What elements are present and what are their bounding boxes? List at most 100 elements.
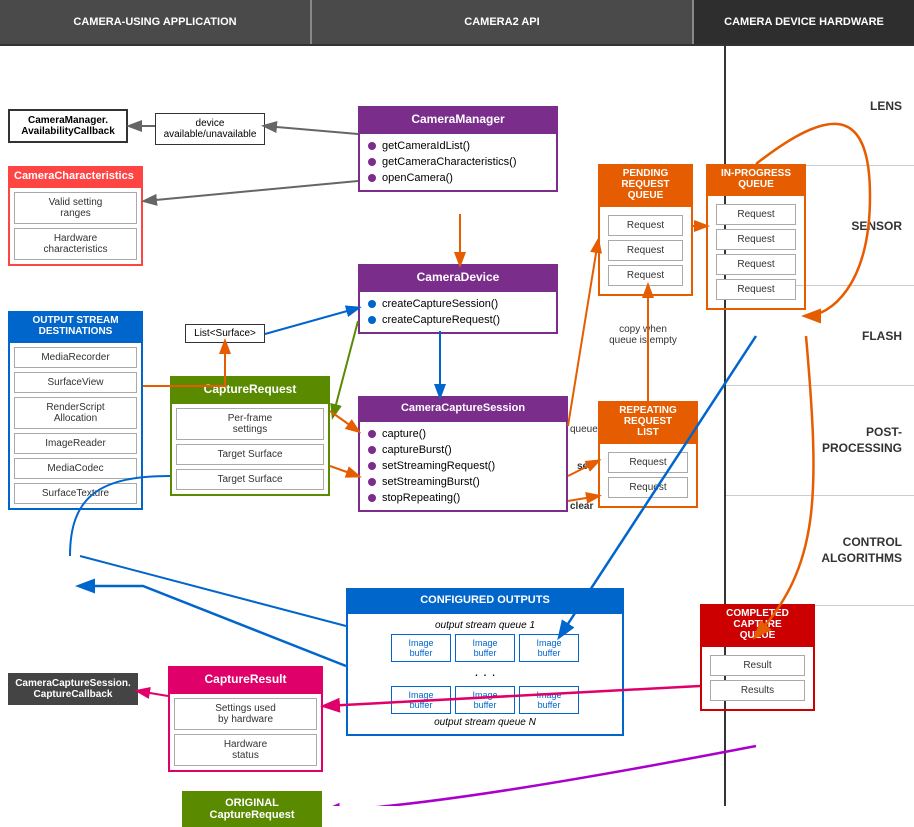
configured-outputs-box: CONFIGURED OUTPUTS output stream queue 1… [346, 588, 624, 736]
original-capture-request-box: ORIGINALCaptureRequest [182, 791, 322, 827]
surface-texture-item: SurfaceTexture [14, 483, 137, 504]
ccs-method-4: setStreamingBurst() [368, 474, 558, 490]
original-capture-request-title: ORIGINALCaptureRequest [182, 791, 322, 827]
settings-used-item: Settings usedby hardware [174, 698, 317, 730]
pending-request-2: Request [608, 240, 683, 261]
ccs-method-2: captureBurst() [368, 442, 558, 458]
camera-capture-callback-box: CameraCaptureSession. CaptureCallback [8, 673, 138, 705]
cd-method-2: createCaptureRequest() [368, 312, 548, 328]
image-buffer-6: Imagebuffer [519, 686, 579, 714]
cd-method-1: createCaptureSession() [368, 296, 548, 312]
configured-outputs-title: CONFIGURED OUTPUTS [346, 588, 624, 612]
dots-separator: · · · [354, 666, 616, 682]
header-col-hw: CAMERA DEVICE HARDWARE [694, 0, 914, 44]
surface-view-item: SurfaceView [14, 372, 137, 393]
header-col-api: CAMERA2 API [310, 0, 694, 44]
repeating-request-list: REPEATINGREQUESTLIST Request Request [598, 401, 698, 508]
capture-result-body: Settings usedby hardware Hardwarestatus [168, 692, 323, 772]
pending-queue-body: Request Request Request [598, 205, 693, 296]
capture-request-body: Per-framesettings Target Surface Target … [170, 402, 330, 496]
camera-manager-body: getCameraIdList() getCameraCharacteristi… [358, 132, 558, 192]
media-codec-item: MediaCodec [14, 458, 137, 479]
queue-label: queue [570, 424, 598, 435]
diagram: LENS SENSOR FLASH POST-PROCESSING CONTRO… [0, 46, 914, 806]
valid-settings-item: Valid settingranges [14, 192, 137, 224]
camera-characteristics-body: Valid settingranges Hardwarecharacterist… [8, 186, 143, 266]
hardware-characteristics-item: Hardwarecharacteristics [14, 228, 137, 260]
capture-result-title: CaptureResult [168, 666, 323, 692]
completed-capture-body: Result Results [700, 645, 815, 711]
configured-outputs-body: output stream queue 1 Imagebuffer Imageb… [346, 612, 624, 736]
clear-label: clear [570, 501, 593, 512]
pending-request-queue: PENDINGREQUESTQUEUE Request Request Requ… [598, 164, 693, 296]
output-stream-body: MediaRecorder SurfaceView RenderScriptAl… [8, 341, 143, 510]
availability-callback-label: CameraManager. AvailabilityCallback [21, 115, 115, 137]
method-row-3: openCamera() [368, 170, 548, 186]
inprogress-queue-body: Request Request Request Request [706, 194, 806, 310]
target-surface-1-item: Target Surface [176, 444, 324, 465]
image-buffer-3: Imagebuffer [519, 634, 579, 662]
camera-manager-title: CameraManager [358, 106, 558, 132]
header-api-label: CAMERA2 API [464, 16, 539, 28]
list-surface-label: List<Surface> [194, 328, 256, 339]
repeating-list-body: Request Request [598, 442, 698, 508]
inprogress-request-3: Request [716, 254, 796, 275]
camera-characteristics-box: CameraCharacteristics Valid settingrange… [8, 166, 143, 266]
inprogress-request-2: Request [716, 229, 796, 250]
repeating-list-title: REPEATINGREQUESTLIST [598, 401, 698, 442]
method-row-1: getCameraIdList() [368, 138, 548, 154]
camera-device-box: CameraDevice createCaptureSession() crea… [358, 264, 558, 334]
header-hw-label: CAMERA DEVICE HARDWARE [724, 16, 884, 28]
image-buffer-2: Imagebuffer [455, 634, 515, 662]
stream-n-label: output stream queue N [354, 717, 616, 728]
pending-request-1: Request [608, 215, 683, 236]
capture-request-box: CaptureRequest Per-framesettings Target … [170, 376, 330, 496]
ccs-method-3: setStreamingRequest() [368, 458, 558, 474]
inprogress-queue-title: IN-PROGRESSQUEUE [706, 164, 806, 194]
list-surface-box: List<Surface> [185, 324, 265, 343]
output-stream-title: OUTPUT STREAMDESTINATIONS [8, 311, 143, 341]
camera-capture-session-body: capture() captureBurst() setStreamingReq… [358, 420, 568, 512]
hw-label-lens: LENS [726, 46, 914, 166]
inprogress-queue: IN-PROGRESSQUEUE Request Request Request… [706, 164, 806, 310]
hardware-status-item: Hardwarestatus [174, 734, 317, 766]
capture-request-title: CaptureRequest [170, 376, 330, 402]
device-available-label: device available/unavailable [164, 118, 257, 140]
media-recorder-item: MediaRecorder [14, 347, 137, 368]
output-stream-box: OUTPUT STREAMDESTINATIONS MediaRecorder … [8, 311, 143, 510]
completed-result-2: Results [710, 680, 805, 701]
image-buffer-1: Imagebuffer [391, 634, 451, 662]
repeating-request-1: Request [608, 452, 688, 473]
method-row-2: getCameraCharacteristics() [368, 154, 548, 170]
camera-device-body: createCaptureSession() createCaptureRequ… [358, 290, 558, 334]
set-label: set [577, 461, 591, 472]
target-surface-2-item: Target Surface [176, 469, 324, 490]
completed-result-1: Result [710, 655, 805, 676]
copy-when-queue-empty-label: copy when queue is empty [593, 324, 693, 346]
camera-capture-session-box: CameraCaptureSession capture() captureBu… [358, 396, 568, 512]
availability-callback-box: CameraManager. AvailabilityCallback [8, 109, 128, 143]
header-app-label: CAMERA-USING APPLICATION [73, 16, 236, 28]
ccs-method-1: capture() [368, 426, 558, 442]
hw-label-control: CONTROLALGORITHMS [726, 496, 914, 606]
repeating-request-2: Request [608, 477, 688, 498]
image-buffer-5: Imagebuffer [455, 686, 515, 714]
completed-capture-queue: COMPLETEDCAPTUREQUEUE Result Results [700, 604, 815, 711]
camera-manager-box: CameraManager getCameraIdList() getCamer… [358, 106, 558, 192]
inprogress-request-1: Request [716, 204, 796, 225]
capture-result-box: CaptureResult Settings usedby hardware H… [168, 666, 323, 772]
camera-characteristics-title: CameraCharacteristics [8, 166, 143, 186]
image-reader-item: ImageReader [14, 433, 137, 454]
renderscript-item: RenderScriptAllocation [14, 397, 137, 429]
image-row-1: Imagebuffer Imagebuffer Imagebuffer [354, 634, 616, 662]
image-buffer-4: Imagebuffer [391, 686, 451, 714]
pending-queue-title: PENDINGREQUESTQUEUE [598, 164, 693, 205]
device-available-box: device available/unavailable [155, 113, 265, 145]
ccs-method-5: stopRepeating() [368, 490, 558, 506]
header: CAMERA-USING APPLICATION CAMERA2 API CAM… [0, 0, 914, 46]
hw-label-postprocessing: POST-PROCESSING [726, 386, 914, 496]
image-row-2: Imagebuffer Imagebuffer Imagebuffer [354, 686, 616, 714]
per-frame-settings-item: Per-framesettings [176, 408, 324, 440]
camera-capture-callback-label: CameraCaptureSession. CaptureCallback [15, 678, 131, 700]
camera-device-title: CameraDevice [358, 264, 558, 290]
